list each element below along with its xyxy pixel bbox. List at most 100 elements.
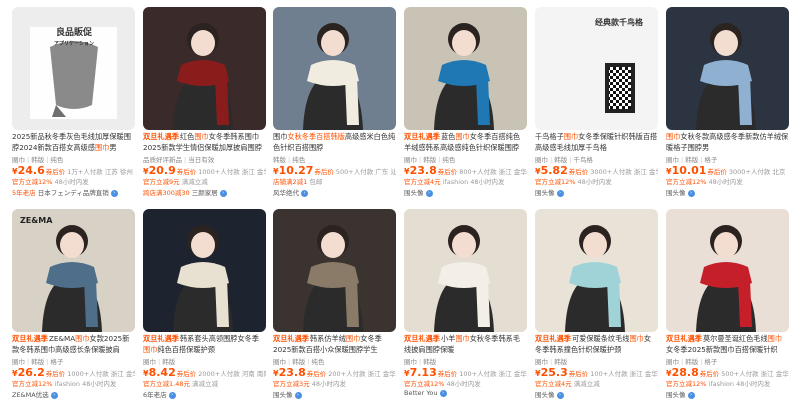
shop-name[interactable]: Better You › bbox=[404, 389, 527, 397]
price-label: 券后价 bbox=[707, 168, 727, 176]
product-title[interactable]: 围巾女秋冬款高级感冬季新款仿羊绒保暖格子围脖男 bbox=[666, 132, 789, 153]
promo-line: 官方立减12% 48小时内发 bbox=[535, 178, 612, 186]
product-card[interactable]: 双旦礼遇季韩系套头高领围脖女冬季围巾纯色百搭保暖护颈 圈巾 | 韩版 ¥8.42券后… bbox=[143, 209, 266, 409]
product-card[interactable]: 围巾女秋冬款高级感冬季新款仿羊绒保暖格子围脖男 圈巾 | 韩版 | 格子 ¥10.01券… bbox=[666, 7, 789, 207]
sales-count: 1000+人付款 浙江 金华 bbox=[67, 370, 135, 378]
product-image-svg bbox=[273, 7, 396, 130]
product-title[interactable]: 双旦礼遇季韩系套头高领围脖女冬季围巾纯色百搭保暖护颈 bbox=[143, 334, 266, 355]
svg-text:ZE&MA: ZE&MA bbox=[20, 216, 53, 225]
sales-count: 200+人付款 浙江 金华 bbox=[328, 370, 396, 378]
product-image-svg: 经典款千鸟格 bbox=[535, 7, 658, 130]
shop-name[interactable]: 围头像 › bbox=[535, 389, 658, 399]
promo-line: 官方立减12% ifashion 48小时内发 bbox=[666, 380, 771, 388]
sales-count: 100+人付款 浙江 金华 bbox=[459, 370, 527, 378]
sales-count: 3000+人付款 浙江 金华 bbox=[590, 168, 658, 176]
shop-name[interactable]: 5年老店 日本フェンディ品牌直销 › bbox=[12, 187, 135, 197]
product-card[interactable]: 围巾女秋冬季百搭韩版高级感米白色纯色针织百搭围脖 韩版 | 纯色 ¥10.27券后价… bbox=[273, 7, 396, 207]
promo-tag: 双旦礼遇季 bbox=[12, 334, 48, 343]
product-image[interactable] bbox=[143, 209, 266, 332]
product-image-svg bbox=[404, 209, 527, 332]
promo-line: 官方立减12% 48小时内发 bbox=[404, 380, 481, 388]
promo-tag: 双旦礼遇季 bbox=[143, 334, 179, 343]
promo-line: 官方立减12% ifashion 48小时内发 bbox=[12, 380, 117, 388]
product-card[interactable]: 双旦礼遇季可爱保暖条纹毛线围巾女冬季韩系撞色针织保暖护颈 圈巾 | 韩版 ¥25.3… bbox=[535, 209, 658, 409]
price-label: 券后价 bbox=[176, 168, 197, 176]
sales-count: 2000+人付款 河南 南阳 bbox=[198, 370, 266, 378]
shop-name[interactable]: 风华绝代 › bbox=[273, 187, 396, 197]
price-label: 券后价 bbox=[176, 370, 197, 378]
arrow-right-icon: › bbox=[219, 189, 227, 197]
promo-tag: 双旦礼遇季 bbox=[404, 334, 440, 343]
product-card[interactable]: ZE&MA 双旦礼遇季ZE&MA围巾女款2025新款冬韩系围巾高级感长条保暖披肩… bbox=[12, 209, 135, 409]
promo-line: 官方立减12% 48小时内发 bbox=[666, 178, 743, 186]
product-card[interactable]: 双旦礼遇季莫尔曼圣诞红色毛线围巾女冬季2025新款围巾百搭保暖针织 圈巾 | 韩版 |… bbox=[666, 209, 789, 409]
arrow-right-icon: › bbox=[425, 189, 433, 197]
product-card[interactable]: 双旦礼遇季小羊围巾女秋冬季韩系毛线披肩围脖保暖 圈巾 | 韩版 ¥7.13券后价 10… bbox=[404, 209, 527, 409]
price-label: 券后价 bbox=[568, 370, 589, 378]
shop-name[interactable]: 围头像 › bbox=[666, 389, 789, 399]
product-image-svg: 良品販促アプリケーション bbox=[12, 7, 135, 130]
product-card[interactable]: 双旦礼遇季蓝色围巾女冬季百搭纯色羊绒感韩系高级感纯色针织保暖围脖 圈巾 | 韩版 | 纯… bbox=[404, 7, 527, 207]
promo-tag: 双旦礼遇季 bbox=[273, 334, 309, 343]
product-card[interactable]: 经典款千鸟格 千鸟格子围巾女冬季保暖针织韩版百搭高级感毛线加厚千鸟格 圈巾 | 韩版… bbox=[535, 7, 658, 207]
product-image[interactable]: 经典款千鸟格 bbox=[535, 7, 658, 130]
arrow-right-icon: › bbox=[168, 391, 176, 399]
arrow-right-icon: › bbox=[50, 391, 58, 399]
promo-line: 官方立减9元 满减立减 bbox=[143, 178, 208, 186]
product-title[interactable]: 围巾女秋冬季百搭韩版高级感米白色纯色针织百搭围脖 bbox=[273, 132, 396, 153]
shop-name[interactable]: 围头像 › bbox=[404, 187, 527, 197]
price-label: 券后价 bbox=[699, 370, 720, 378]
product-card[interactable]: 双旦礼遇季红色围巾女冬季韩系围巾2025新款学生情侣保暖加厚披肩围脖 品质好评新… bbox=[143, 7, 266, 207]
product-image-svg bbox=[143, 209, 266, 332]
price-label: 券后价 bbox=[437, 168, 458, 176]
svg-text:经典款千鸟格: 经典款千鸟格 bbox=[595, 17, 644, 27]
product-title[interactable]: 双旦礼遇季小羊围巾女秋冬季韩系毛线披肩围脖保暖 bbox=[404, 334, 527, 355]
price-label: 券后价 bbox=[45, 168, 66, 176]
arrow-right-icon: › bbox=[687, 189, 695, 197]
product-image[interactable] bbox=[273, 209, 396, 332]
arrow-right-icon: › bbox=[687, 391, 695, 399]
product-card[interactable]: 双旦礼遇季韩系仿羊绒围巾女冬季2025新款百搭小众保暖围脖学生 圈巾 | 韩版 | 纯色… bbox=[273, 209, 396, 409]
product-image-svg: ZE&MA bbox=[12, 209, 135, 332]
product-image[interactable] bbox=[273, 7, 396, 130]
shop-name[interactable]: 围头像 › bbox=[666, 187, 789, 197]
svg-text:良品販促: 良品販促 bbox=[56, 26, 93, 38]
promo-line: 官方立减4元 满减立减 bbox=[535, 380, 600, 388]
arrow-right-icon: › bbox=[110, 189, 118, 197]
product-image[interactable] bbox=[143, 7, 266, 130]
product-image[interactable] bbox=[404, 209, 527, 332]
product-image[interactable] bbox=[535, 209, 658, 332]
shop-name[interactable]: 围头像 › bbox=[535, 187, 658, 197]
product-image[interactable]: ZE&MA bbox=[12, 209, 135, 332]
promo-line: 官方立减12% 48小时内发 bbox=[12, 178, 89, 186]
promo-line: 官方立减1.48元 满减立减 bbox=[143, 380, 219, 388]
price-label: 券后价 bbox=[314, 168, 334, 176]
shop-name[interactable]: ZE&MA优选 › bbox=[12, 389, 135, 399]
product-image[interactable] bbox=[666, 7, 789, 130]
product-image[interactable] bbox=[404, 7, 527, 130]
product-title[interactable]: 双旦礼遇季ZE&MA围巾女款2025新款冬韩系围巾高级感长条保暖披肩 bbox=[12, 334, 135, 355]
product-grid: 良品販促 アプリケーション 2025新品秋冬季灰色毛线加厚保暖围脖2024新款百搭… bbox=[0, 0, 800, 407]
product-image[interactable]: 良品販促 アプリケーション bbox=[12, 7, 135, 130]
product-title[interactable]: 千鸟格子围巾女冬季保暖针织韩版百搭高级感毛线加厚千鸟格 bbox=[535, 132, 658, 153]
product-image-svg bbox=[666, 209, 789, 332]
sales-count: 3000+人付款 北京 bbox=[728, 168, 786, 176]
sales-count: 800+人付款 浙江 金华 bbox=[459, 168, 527, 176]
shop-name[interactable]: 跨店满300减30 三颜家居 › bbox=[143, 187, 266, 197]
product-title[interactable]: 2025新品秋冬季灰色毛线加厚保暖围脖2024新款百搭女高级感围巾男 bbox=[12, 132, 135, 153]
product-title[interactable]: 双旦礼遇季红色围巾女冬季韩系围巾2025新款学生情侣保暖加厚披肩围脖 bbox=[143, 132, 266, 153]
product-title[interactable]: 双旦礼遇季莫尔曼圣诞红色毛线围巾女冬季2025新款围巾百搭保暖针织 bbox=[666, 334, 789, 355]
sales-count: 500+人付款 广东 汕头 bbox=[335, 168, 396, 176]
product-image[interactable] bbox=[666, 209, 789, 332]
promo-line: 店铺满2减1 包邮 bbox=[273, 178, 323, 186]
product-title[interactable]: 双旦礼遇季可爱保暖条纹毛线围巾女冬季韩系撞色针织保暖护颈 bbox=[535, 334, 658, 355]
shop-name[interactable]: 围头像 › bbox=[273, 389, 396, 399]
arrow-right-icon: › bbox=[301, 189, 308, 197]
product-title[interactable]: 双旦礼遇季韩系仿羊绒围巾女冬季2025新款百搭小众保暖围脖学生 bbox=[273, 334, 396, 355]
product-card[interactable]: 良品販促 アプリケーション 2025新品秋冬季灰色毛线加厚保暖围脖2024新款百搭… bbox=[12, 7, 135, 207]
product-title[interactable]: 双旦礼遇季蓝色围巾女冬季百搭纯色羊绒感韩系高级感纯色针织保暖围脖 bbox=[404, 132, 527, 153]
promo-tag: 双旦礼遇季 bbox=[404, 132, 440, 141]
sales-count: 500+人付款 浙江 金华 bbox=[721, 370, 789, 378]
shop-name[interactable]: 6年老店 › bbox=[143, 389, 266, 399]
product-image-svg bbox=[143, 7, 266, 130]
